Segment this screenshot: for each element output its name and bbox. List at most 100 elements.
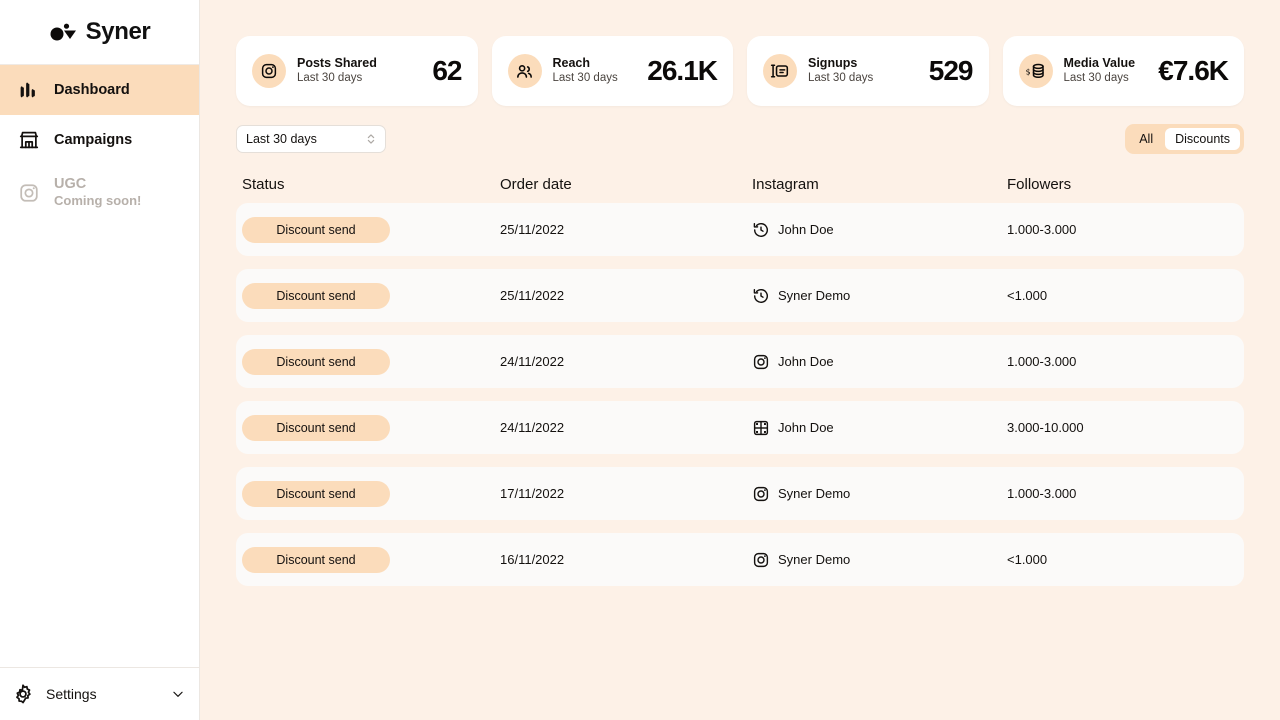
filters-row: Last 30 days All Discounts: [236, 124, 1244, 154]
stat-subtitle: Last 30 days: [552, 72, 618, 85]
date-range-value: Last 30 days: [246, 132, 317, 146]
storefront-icon: [19, 131, 39, 149]
sidebar-item-campaigns[interactable]: Campaigns: [0, 115, 199, 165]
stat-value: €7.6K: [1158, 55, 1229, 86]
cell-status: Discount send: [242, 414, 500, 441]
stat-card-media-value[interactable]: $ Media Value Last 30 days €7.6K: [1002, 36, 1244, 106]
sidebar-item-dashboard[interactable]: Dashboard: [0, 65, 199, 115]
cell-order-date: 17/11/2022: [500, 486, 565, 501]
cell-status: Discount send: [242, 546, 500, 573]
date-range-select[interactable]: Last 30 days: [236, 125, 386, 153]
stat-value: 529: [928, 55, 974, 86]
status-badge: Discount send: [242, 216, 390, 243]
column-header-status: Status: [242, 175, 285, 193]
stat-icon-badge: [507, 54, 542, 88]
users-icon: [517, 64, 532, 78]
segmented-control: All Discounts: [1125, 124, 1244, 154]
cell-order-date: 24/11/2022: [500, 354, 565, 369]
column-header-followers: Followers: [1007, 175, 1072, 193]
stat-text: Signups Last 30 days: [808, 56, 873, 87]
cell-instagram: Syner Demo: [752, 485, 1007, 503]
stat-icon-badge: [252, 54, 286, 88]
cell-instagram: Syner Demo: [752, 287, 1007, 305]
cell-order-date: 25/11/2022: [500, 288, 565, 303]
status-badge: Discount send: [242, 414, 390, 441]
sidebar-item-label: Campaigns: [54, 132, 133, 148]
stat-title: Reach: [552, 55, 591, 70]
sidebar-item-label: Dashboard: [54, 82, 130, 98]
segment-discounts[interactable]: Discounts: [1165, 128, 1240, 150]
main-content: Posts Shared Last 30 days 62 Reach Last …: [200, 0, 1280, 720]
app-root: Syner Dashboard Campaigns UGC Coming soo…: [0, 0, 1280, 720]
table-row[interactable]: Discount send 17/11/2022 Syner Demo 1.00…: [236, 467, 1244, 520]
cell-instagram: John Doe: [752, 353, 1007, 371]
instagram-account: Syner Demo: [778, 486, 851, 501]
stat-card-posts-shared[interactable]: Posts Shared Last 30 days 62: [236, 36, 478, 106]
instagram-icon: [753, 486, 769, 501]
reel-film-icon: [753, 420, 769, 435]
settings-row[interactable]: Settings: [0, 667, 199, 720]
stat-value: 62: [432, 55, 462, 86]
settings-label: Settings: [46, 686, 97, 702]
cell-followers: 1.000-3.000: [1007, 486, 1077, 501]
table-row[interactable]: Discount send 25/11/2022 Syner Demo <1.0…: [236, 269, 1244, 322]
cell-order-date: 24/11/2022: [500, 420, 565, 435]
column-header-order-date: Order date: [500, 175, 572, 193]
bar-chart-icon: [20, 82, 35, 98]
status-badge: Discount send: [242, 480, 390, 507]
money-stack-icon: $: [1026, 63, 1044, 78]
stat-subtitle: Last 30 days: [1063, 72, 1129, 85]
stat-title: Signups: [808, 55, 858, 70]
cell-instagram: Syner Demo: [752, 551, 1007, 569]
stat-icon-badge: [763, 54, 797, 88]
table-row[interactable]: Discount send 24/11/2022 John Doe 1.000-…: [236, 335, 1244, 388]
syner-logo-icon: [50, 23, 76, 41]
chevron-down-icon[interactable]: [171, 687, 185, 701]
cell-instagram: John Doe: [752, 419, 1007, 437]
stat-value: 26.1K: [647, 55, 718, 86]
table-row[interactable]: Discount send 16/11/2022 Syner Demo <1.0…: [236, 533, 1244, 586]
brand-logo[interactable]: Syner: [0, 0, 199, 65]
stat-title: Media Value: [1063, 55, 1136, 70]
stat-text: Posts Shared Last 30 days: [297, 56, 377, 87]
cell-order-date: 25/11/2022: [500, 222, 565, 237]
sidebar: Syner Dashboard Campaigns UGC Coming soo…: [0, 0, 200, 720]
cell-status: Discount send: [242, 348, 500, 375]
segment-all[interactable]: All: [1129, 128, 1163, 150]
instagram-icon: [261, 63, 277, 79]
sidebar-item-sublabel: Coming soon!: [54, 193, 142, 209]
cell-followers: <1.000: [1007, 288, 1048, 303]
sidebar-item-ugc[interactable]: UGC Coming soon!: [0, 165, 199, 221]
table-header: Status Order date Instagram Followers: [236, 165, 1244, 203]
column-header-instagram: Instagram: [752, 175, 819, 193]
stat-subtitle: Last 30 days: [808, 72, 874, 85]
cell-instagram: John Doe: [752, 221, 1007, 239]
stepper-icon: [367, 134, 375, 144]
sidebar-item-ugc-text: UGC Coming soon!: [54, 176, 141, 210]
stat-text: Reach Last 30 days: [553, 56, 618, 87]
stat-card-signups[interactable]: Signups Last 30 days 529: [747, 36, 989, 106]
brand-name: Syner: [85, 18, 151, 45]
stat-card-reach[interactable]: Reach Last 30 days 26.1K: [491, 36, 733, 106]
status-badge: Discount send: [242, 282, 390, 309]
cell-followers: 3.000-10.000: [1007, 420, 1084, 435]
instagram-icon: [753, 354, 769, 369]
cell-followers: 1.000-3.000: [1007, 354, 1077, 369]
orders-table: Status Order date Instagram Followers Di…: [236, 165, 1244, 586]
story-clock-icon: [753, 222, 768, 237]
stat-title: Posts Shared: [297, 55, 377, 70]
instagram-account: Syner Demo: [778, 552, 851, 567]
status-badge: Discount send: [242, 348, 390, 375]
status-badge: Discount send: [242, 546, 390, 573]
stat-subtitle: Last 30 days: [297, 72, 363, 85]
table-row[interactable]: Discount send 25/11/2022 John Doe 1.000-…: [236, 203, 1244, 256]
table-row[interactable]: Discount send 24/11/2022 John Doe 3.000-…: [236, 401, 1244, 454]
instagram-account: John Doe: [778, 354, 834, 369]
instagram-account: John Doe: [778, 420, 834, 435]
instagram-account: Syner Demo: [778, 288, 851, 303]
sidebar-nav: Dashboard Campaigns UGC Coming soon!: [0, 65, 199, 221]
svg-text:$: $: [1026, 67, 1031, 76]
signup-card-icon: [770, 64, 789, 78]
cell-status: Discount send: [242, 282, 500, 309]
sidebar-item-label: UGC: [54, 176, 87, 193]
